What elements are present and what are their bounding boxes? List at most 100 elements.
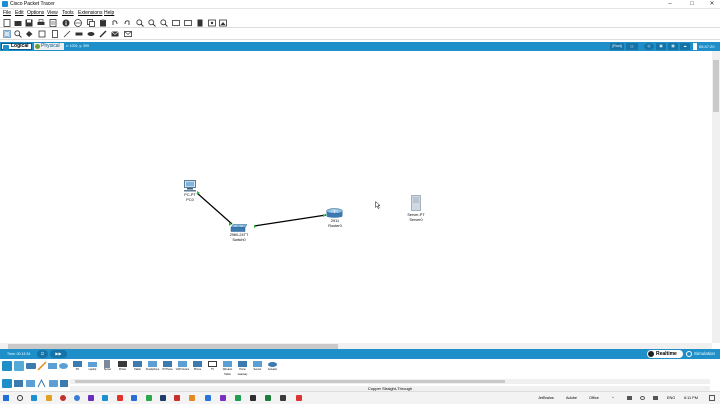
router0-device[interactable] — [326, 208, 343, 218]
app-icon-12[interactable] — [280, 395, 286, 401]
app-icon-7[interactable] — [205, 395, 211, 401]
category-components-icon[interactable] — [26, 363, 36, 369]
print-icon[interactable] — [37, 18, 45, 27]
subcategory-wan-emulation-icon[interactable] — [60, 380, 68, 387]
menu-file[interactable]: File — [3, 10, 11, 16]
app-icon-10[interactable] — [250, 395, 256, 401]
device-voip-icon[interactable] — [178, 361, 187, 367]
app-icon-13[interactable] — [296, 395, 302, 401]
logical-workspace[interactable]: PC-PT PC0 2960-24TT Switch0 2911 Router0… — [0, 51, 712, 343]
undo-icon[interactable] — [111, 19, 119, 27]
file-explorer-icon[interactable] — [46, 395, 52, 401]
inspect-tool-icon[interactable] — [14, 29, 22, 38]
subcategory-hubs-icon[interactable] — [26, 380, 35, 387]
edge-icon[interactable] — [74, 395, 80, 401]
drawing-palette-icon[interactable] — [172, 19, 180, 27]
paste-icon[interactable] — [99, 18, 107, 27]
device-server-icon[interactable] — [104, 360, 110, 368]
add-simple-pdu-icon[interactable] — [111, 30, 119, 38]
battery-icon[interactable] — [627, 396, 632, 400]
menu-options[interactable]: Options — [27, 10, 44, 16]
add-complex-pdu-icon[interactable] — [124, 30, 132, 38]
app-icon-2[interactable] — [131, 395, 137, 401]
packet-tracer-taskbar-icon[interactable] — [102, 395, 108, 401]
delete-tool-icon[interactable] — [25, 30, 33, 38]
tab-physical[interactable]: Physical — [34, 43, 64, 50]
device-printer-icon[interactable] — [118, 361, 127, 367]
viewport-toggle-icon[interactable]: ▦ — [668, 43, 678, 50]
save-icon[interactable] — [25, 19, 33, 27]
redo-icon[interactable] — [123, 19, 131, 27]
device-wireless-tablet-icon[interactable] — [223, 361, 232, 367]
tray-chevron-icon[interactable]: ^ — [612, 394, 614, 403]
viewport-icon[interactable] — [196, 19, 204, 27]
taskbar-office[interactable]: Office — [589, 394, 599, 403]
menu-extensions[interactable]: Extensions — [78, 10, 102, 16]
pc0-device[interactable] — [183, 180, 197, 192]
power-cycle-icon[interactable]: ⏻ — [37, 350, 48, 358]
visual-studio-icon[interactable] — [88, 395, 94, 401]
language-indicator[interactable]: ENG — [667, 394, 675, 403]
device-list-scroll-thumb[interactable] — [75, 380, 505, 383]
cluster-icon[interactable]: ◻ — [626, 43, 638, 50]
zoom-out-icon[interactable] — [160, 18, 168, 27]
app-icon-9[interactable] — [235, 395, 241, 401]
device-actuator-icon[interactable] — [268, 362, 277, 367]
cloud-icon[interactable]: ☁ — [680, 43, 690, 50]
activity-wizard-icon[interactable] — [49, 18, 57, 27]
device-phone-icon[interactable] — [193, 361, 202, 367]
subcategory-security-icon[interactable] — [49, 380, 58, 387]
app-icon-4[interactable] — [160, 395, 166, 401]
switch0-device[interactable] — [230, 224, 248, 232]
tab-logical[interactable]: Logical — [1, 43, 32, 50]
resize-tool-icon[interactable] — [38, 30, 46, 38]
maximize-button[interactable]: □ — [685, 0, 699, 9]
menu-view[interactable]: View — [47, 10, 58, 16]
link-switch-router[interactable] — [253, 214, 327, 227]
category-connections-icon[interactable] — [37, 361, 47, 371]
category-multiuser-icon[interactable] — [59, 363, 68, 369]
subcategory-switches-icon[interactable] — [14, 380, 23, 387]
realtime-mode-button[interactable]: Realtime — [647, 350, 683, 358]
zoom-in-icon[interactable] — [136, 18, 144, 27]
device-smartphone-icon[interactable] — [148, 361, 157, 367]
app-icon-5[interactable] — [174, 395, 180, 401]
select-tool-icon[interactable] — [3, 29, 11, 38]
draw-rectangle-icon[interactable] — [75, 30, 83, 38]
device-pc-icon[interactable] — [73, 361, 82, 367]
device-home-gateway-icon[interactable] — [238, 361, 247, 367]
device-tv-icon[interactable] — [208, 361, 217, 367]
network-info-icon[interactable] — [74, 18, 82, 27]
fast-forward-icon[interactable]: ▶▶ — [50, 350, 67, 358]
ipc-icon[interactable] — [208, 19, 216, 27]
taskbar-jetbrains[interactable]: JetBrains — [538, 394, 554, 403]
app-icon-6[interactable] — [189, 395, 195, 401]
category-end-devices-icon[interactable] — [14, 361, 24, 371]
screenshot-icon[interactable] — [219, 19, 227, 27]
category-network-devices-icon[interactable] — [2, 361, 12, 371]
app-icon-1[interactable] — [117, 395, 123, 401]
close-button[interactable]: ✕ — [705, 0, 719, 9]
device-ip-phone-icon[interactable] — [163, 361, 172, 367]
device-sensor-icon[interactable] — [253, 361, 262, 367]
info-icon[interactable] — [62, 19, 70, 27]
volume-icon[interactable] — [653, 396, 658, 400]
menu-help[interactable]: Help — [104, 10, 114, 16]
draw-ellipse-icon[interactable] — [87, 30, 95, 38]
menu-edit[interactable]: Edit — [15, 10, 24, 16]
open-folder-icon[interactable] — [14, 19, 22, 27]
device-laptop-icon[interactable] — [88, 362, 97, 367]
zoom-reset-icon[interactable] — [148, 18, 156, 27]
draw-line-icon[interactable] — [63, 30, 71, 38]
minimize-button[interactable]: – — [663, 0, 677, 9]
wifi-icon[interactable] — [640, 396, 645, 400]
taskview-icon[interactable] — [31, 395, 37, 401]
new-file-icon[interactable] — [3, 18, 11, 27]
custom-device-icon[interactable] — [184, 19, 192, 27]
freeform-icon[interactable] — [99, 29, 107, 38]
system-clock[interactable]: 6:11 PM — [684, 394, 698, 403]
subcategory-wireless-icon[interactable] — [37, 378, 46, 388]
vertical-scroll-thumb[interactable] — [713, 60, 719, 112]
root-button[interactable]: [Root] — [610, 43, 624, 50]
app-icon-3[interactable] — [146, 395, 152, 401]
